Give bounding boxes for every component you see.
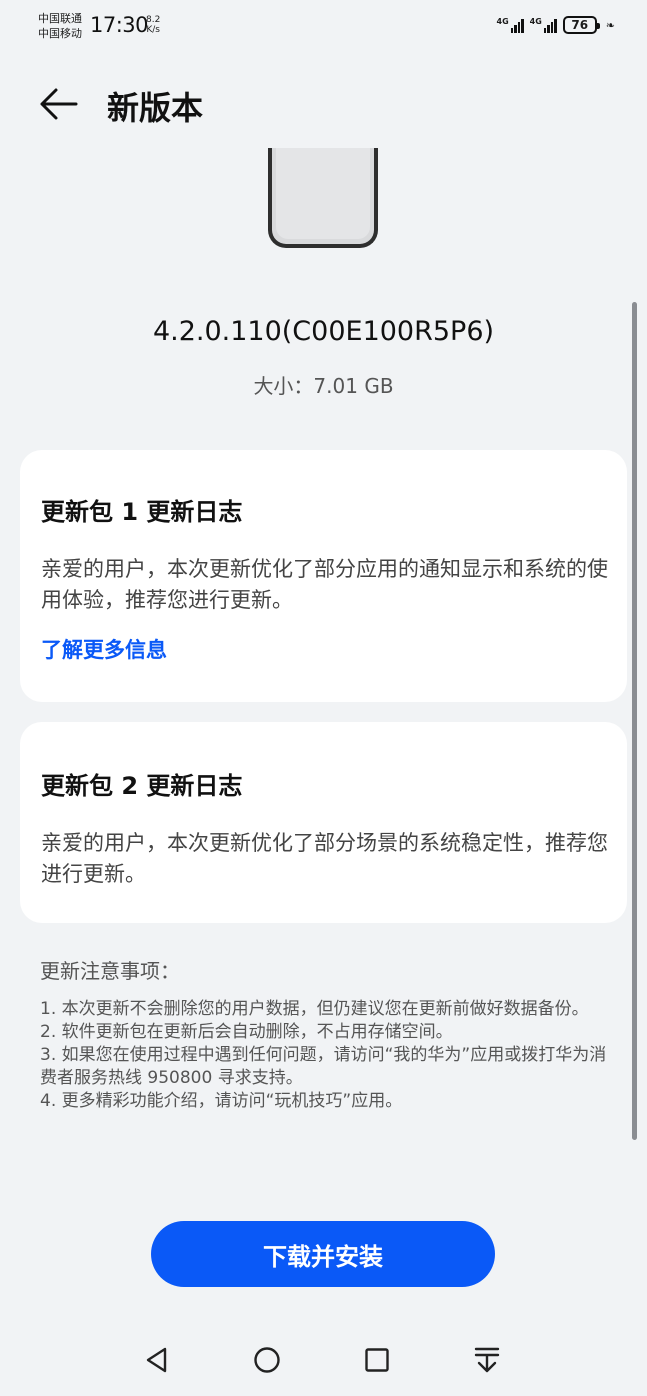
nav-home-button[interactable] <box>247 1340 287 1380</box>
back-button[interactable] <box>38 84 82 124</box>
circle-home-icon <box>254 1347 280 1373</box>
triangle-back-icon <box>146 1347 167 1373</box>
carrier-1: 中国联通 <box>38 12 82 25</box>
download-install-button[interactable]: 下载并安装 <box>151 1221 495 1287</box>
nav-recents-button[interactable] <box>357 1340 397 1380</box>
signal-2-icon: 4G <box>530 17 557 33</box>
phone-illustration <box>268 148 378 248</box>
package-size: 大小：7.01 GB <box>253 374 394 398</box>
nav-back-button[interactable] <box>137 1340 177 1380</box>
net-speed-unit: K/s <box>146 25 160 35</box>
version-number: 4.2.0.110(C00E100R5P6) <box>152 316 495 347</box>
package-1-body: 亲爱的用户，本次更新优化了部分应用的通知显示和系统的使用体验，推荐您进行更新。 <box>41 557 608 612</box>
signal-1-label: 4G <box>496 17 509 26</box>
pull-down-icon <box>474 1347 500 1373</box>
note-item: 3. 如果您在使用过程中遇到任何问题，请访问“我的华为”应用或拨打华为消费者服务… <box>40 1045 607 1088</box>
page-title: 新版本 <box>107 89 204 127</box>
signal-1-icon: 4G <box>497 17 524 33</box>
status-icons: 4G 4G 76 ❧ <box>497 16 615 34</box>
status-bar: 中国联通 中国移动 17:30 8.2 K/s 4G 4G 76 ❧ <box>0 0 647 52</box>
note-item: 1. 本次更新不会删除您的用户数据，但仍建议您在更新前做好数据备份。 <box>40 999 589 1019</box>
leaf-icon: ❧ <box>605 18 615 32</box>
carrier-2: 中国移动 <box>38 27 82 40</box>
scrollbar[interactable] <box>632 302 637 1140</box>
note-item: 4. 更多精彩功能介绍，请访问“玩机技巧”应用。 <box>40 1091 403 1111</box>
nav-notifications-button[interactable] <box>467 1340 507 1380</box>
note-item: 2. 软件更新包在更新后会自动删除，不占用存储空间。 <box>40 1022 453 1042</box>
arrow-left-icon <box>40 88 78 120</box>
net-speed-value: 8.2 <box>146 15 161 25</box>
notes-title: 更新注意事项： <box>40 959 180 983</box>
square-recents-icon <box>365 1348 389 1372</box>
battery-icon: 76 <box>562 16 600 34</box>
notes-list: 1. 本次更新不会删除您的用户数据，但仍建议您在更新前做好数据备份。 2. 软件… <box>40 998 612 1113</box>
package-2-body: 亲爱的用户，本次更新优化了部分场景的系统稳定性，推荐您进行更新。 <box>41 831 608 886</box>
signal-2-label: 4G <box>529 17 542 26</box>
package-2-card: 更新包 2 更新日志 亲爱的用户，本次更新优化了部分场景的系统稳定性，推荐您进行… <box>20 722 627 923</box>
learn-more-link[interactable]: 了解更多信息 <box>41 634 167 664</box>
package-1-title: 更新包 1 更新日志 <box>41 498 243 526</box>
clock: 17:30 <box>90 13 149 37</box>
battery-level: 76 <box>571 18 589 32</box>
package-1-card: 更新包 1 更新日志 亲爱的用户，本次更新优化了部分应用的通知显示和系统的使用体… <box>20 450 627 702</box>
package-2-title: 更新包 2 更新日志 <box>41 772 243 800</box>
net-speed: 8.2 K/s <box>146 15 160 35</box>
carrier-names: 中国联通 中国移动 <box>38 11 82 41</box>
